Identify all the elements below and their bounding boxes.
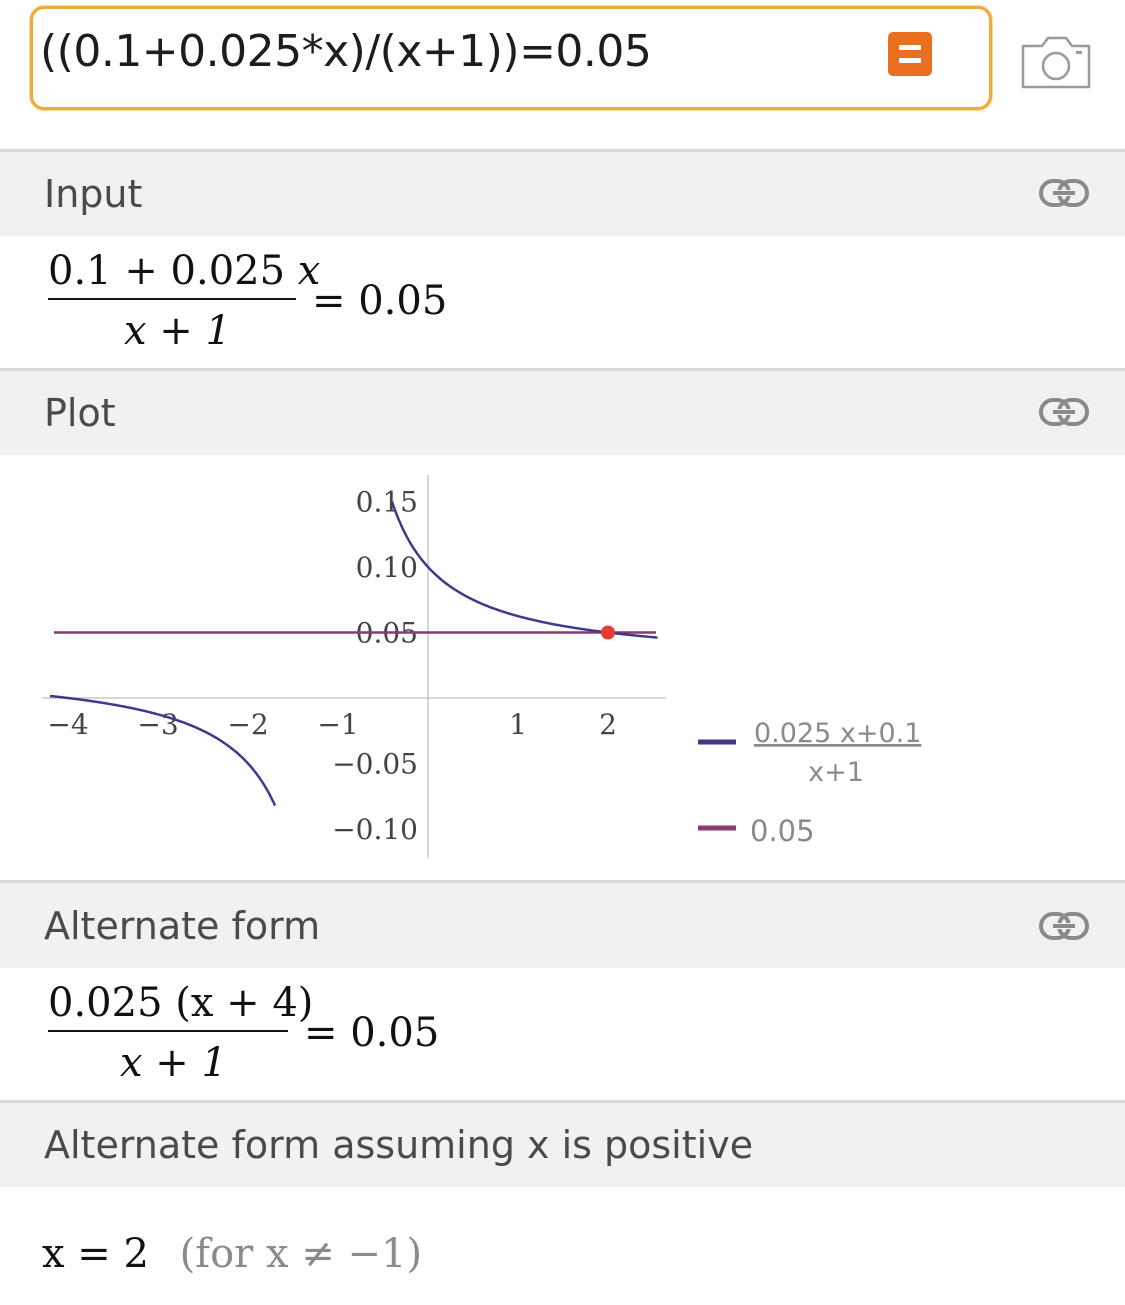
legend-label-numerator: 0.025 x+0.1 [754,718,921,749]
link-icon[interactable] [1039,178,1089,208]
solution-condition: (for x ≠ −1) [179,1231,423,1277]
alt-denominator: x + 1 [120,1040,227,1086]
intersection-point [601,625,615,640]
pod-title: Alternate form assuming x is positive [44,1123,754,1167]
query-text[interactable]: ((0.1+0.025*x)/(x+1))=0.05 [40,26,652,77]
input-pod-body: 0.1 + 0.025 x x + 1 = 0.05 [0,236,1125,368]
series-curve-right-branch [390,501,658,639]
alt-positive-pod-header: Alternate form assuming x is positive [0,1100,1125,1187]
x-tick-label: −1 [317,708,358,741]
alt-rhs: = 0.05 [304,1010,440,1056]
input-pod-header: Input [0,149,1125,236]
y-tick-label: 0.10 [356,551,418,584]
y-tick-label: −0.10 [332,813,418,846]
equals-icon [899,45,921,50]
x-tick-label: 1 [509,708,527,741]
solution: x = 2 [42,1231,149,1277]
link-icon[interactable] [1039,911,1089,941]
solution-text: x = 2 (for x ≠ −1) [42,1231,422,1277]
x-tick-label: −3 [137,708,178,741]
alternate-form-pod-body: 0.025 (x + 4) x + 1 = 0.05 [0,968,1125,1100]
fraction-bar [48,1030,288,1032]
input-numerator: 0.1 + 0.025 x [48,248,321,294]
legend-label-denominator: x+1 [808,757,864,788]
alternate-form-pod-header: Alternate form [0,880,1125,968]
pod-title: Alternate form [44,904,321,948]
equals-button[interactable] [888,32,932,76]
input-rhs: = 0.05 [312,278,448,324]
alt-numerator: 0.025 (x + 4) [48,980,314,1026]
x-tick-label: −2 [227,708,268,741]
plot-pod-header: Plot [0,368,1125,455]
camera-icon[interactable] [1020,34,1092,90]
x-tick-label: 2 [599,708,617,741]
link-icon[interactable] [1039,397,1089,427]
pod-title: Plot [44,391,116,435]
y-tick-label: −0.05 [332,748,418,781]
y-tick-label: 0.15 [356,486,418,519]
pod-title: Input [44,172,143,216]
input-denominator: x + 1 [124,308,231,354]
alt-positive-pod-body: x = 2 (for x ≠ −1) [0,1187,1125,1305]
x-tick-label: −4 [47,708,88,741]
legend-label-0.05: 0.05 [750,814,815,848]
plot-chart: −4 −3 −2 −1 1 2 0.15 0.10 0.05 −0.05 −0.10 0.025 x+… [42,475,921,858]
fraction-bar [48,298,296,300]
